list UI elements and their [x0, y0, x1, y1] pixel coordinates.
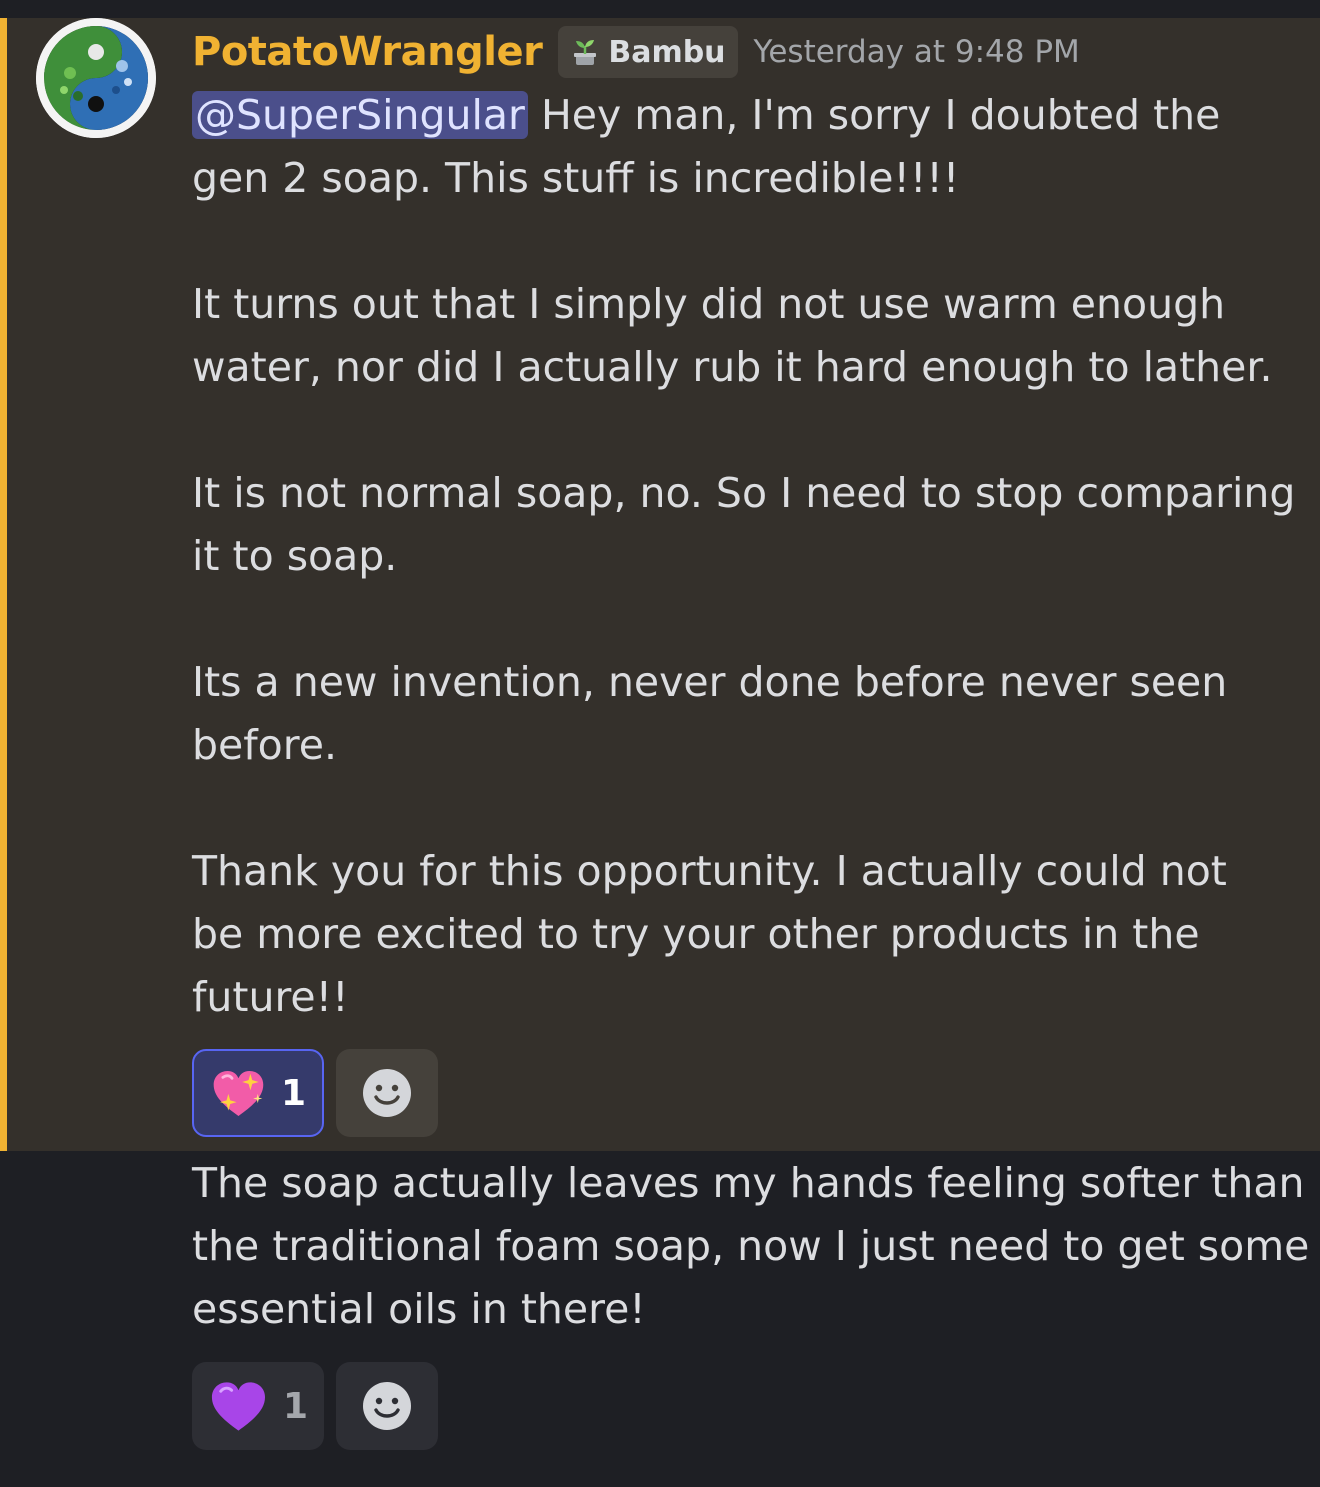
reaction-count: 1	[282, 1385, 308, 1427]
message-line: @SuperSingular Hey man, I'm sorry I doub…	[192, 84, 1295, 147]
message-header: PotatoWrangler Bambu Yesterday at 9:48 P…	[192, 24, 1080, 80]
username[interactable]: PotatoWrangler	[192, 29, 543, 75]
message-line: The soap actually leaves my hands feelin…	[192, 1159, 1305, 1207]
message-line: before.	[192, 721, 337, 769]
message-line: Thank you for this opportunity. I actual…	[192, 847, 1227, 895]
message-line: be more excited to try your other produc…	[192, 910, 1200, 958]
server-tag-label: Bambu	[608, 34, 726, 70]
message-line: the traditional foam soap, now I just ne…	[192, 1222, 1310, 1270]
smile-icon	[363, 1382, 411, 1430]
reaction-bar: 1	[192, 1049, 438, 1137]
message-line: essential oils in there!	[192, 1285, 646, 1333]
message-line: it to soap.	[192, 532, 398, 580]
message-line: gen 2 soap. This stuff is incredible!!!!	[192, 154, 960, 202]
message-line: It turns out that I simply did not use w…	[192, 280, 1226, 328]
message-line: Its a new invention, never done before n…	[192, 658, 1228, 706]
message-content: The soap actually leaves my hands feelin…	[192, 1152, 1309, 1341]
server-tag[interactable]: Bambu	[558, 26, 738, 78]
message-line	[192, 399, 1295, 462]
message-line	[192, 210, 1295, 273]
avatar[interactable]	[36, 18, 156, 138]
timestamp[interactable]: Yesterday at 9:48 PM	[754, 34, 1080, 70]
reaction-count: 1	[280, 1072, 306, 1114]
message-content: @SuperSingular Hey man, I'm sorry I doub…	[192, 84, 1295, 1029]
purple-heart-icon	[211, 1382, 266, 1431]
reaction-bar: 1	[192, 1362, 438, 1450]
smile-icon	[363, 1069, 411, 1117]
sparkling-heart-icon	[213, 1070, 264, 1116]
yin-yang-avatar-icon	[36, 18, 156, 138]
message-line	[192, 777, 1295, 840]
message-line: water, nor did I actually rub it hard en…	[192, 343, 1273, 391]
add-reaction-button[interactable]	[336, 1362, 438, 1450]
mention-highlight-bar	[0, 18, 7, 1151]
message-line: It is not normal soap, no. So I need to …	[192, 469, 1296, 517]
chat-view: PotatoWrangler Bambu Yesterday at 9:48 P…	[0, 0, 1320, 1487]
add-reaction-button[interactable]	[336, 1049, 438, 1137]
user-mention[interactable]: @SuperSingular	[192, 91, 528, 139]
message-line: future!!	[192, 973, 349, 1021]
message-line	[192, 588, 1295, 651]
reaction-sparkling-heart[interactable]: 1	[192, 1049, 324, 1137]
reaction-purple-heart[interactable]: 1	[192, 1362, 324, 1450]
sprout-icon	[574, 40, 597, 65]
